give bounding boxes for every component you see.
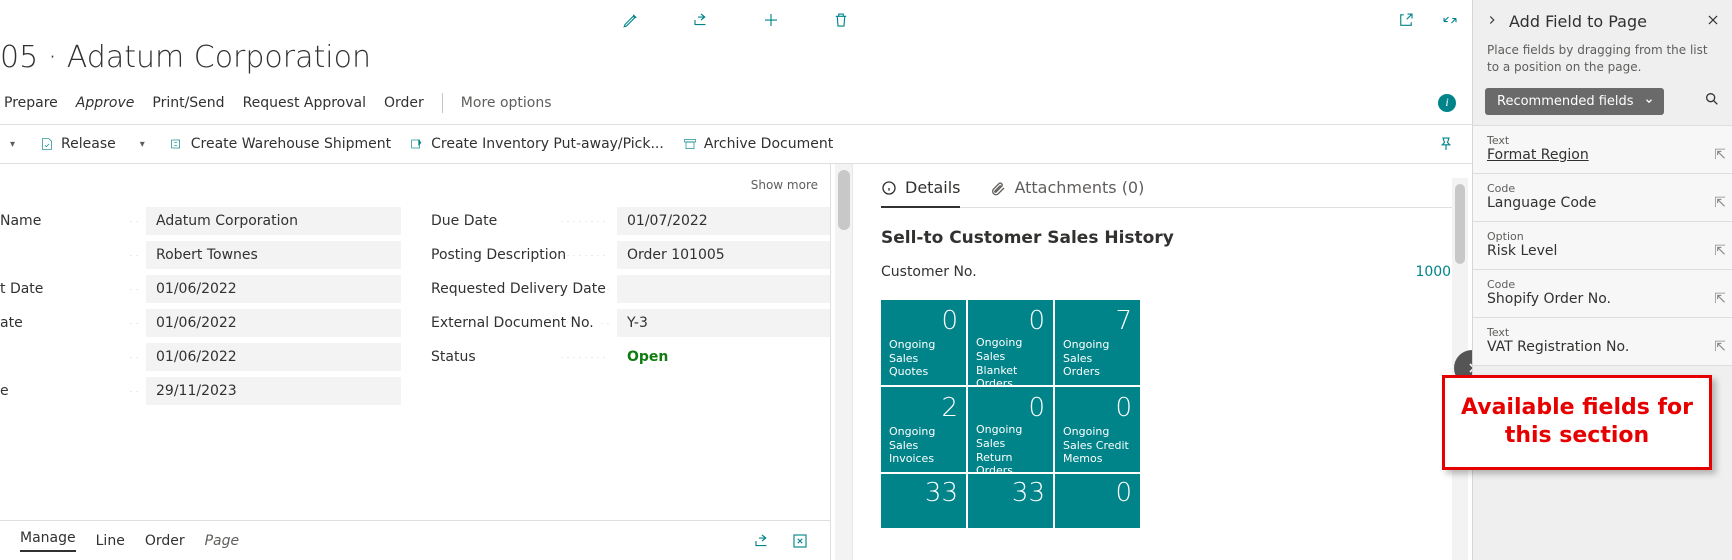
scrollbar-thumb[interactable] — [1455, 184, 1465, 264]
date-input[interactable] — [146, 377, 401, 405]
tile-row3-1[interactable]: 33 — [881, 474, 966, 528]
chevron-down-icon[interactable]: ▾ — [4, 139, 21, 150]
due-date-input[interactable] — [617, 207, 830, 235]
dots — [559, 357, 609, 358]
dots — [559, 221, 609, 222]
customer-name-input[interactable] — [146, 207, 401, 235]
scrollbar[interactable] — [835, 164, 853, 560]
field-label: External Document No. — [431, 315, 591, 331]
field-label: Name — [0, 213, 120, 229]
info-icon[interactable]: i — [1438, 94, 1456, 112]
action-order[interactable]: Order — [384, 95, 424, 111]
external-document-no-input[interactable] — [617, 309, 830, 337]
field-label: Posting Description — [431, 247, 551, 263]
tab-page[interactable]: Page — [205, 533, 240, 549]
chevron-right-icon[interactable] — [1485, 12, 1499, 31]
lines-subpage-tabs: Manage Line Order Page — [0, 520, 830, 560]
scrollbar-thumb[interactable] — [838, 170, 850, 230]
add-field-icon[interactable]: ⇱ — [1714, 339, 1726, 355]
dots — [128, 289, 138, 290]
field-item-vat-registration-no[interactable]: Text VAT Registration No. ⇱ — [1473, 318, 1732, 366]
field-item-language-code[interactable]: Code Language Code ⇱ — [1473, 174, 1732, 222]
tile-ongoing-sales-quotes[interactable]: 0 Ongoing Sales Quotes — [881, 300, 966, 385]
share-icon[interactable] — [752, 531, 772, 551]
dots — [599, 289, 609, 290]
field-item-risk-level[interactable]: Option Risk Level ⇱ — [1473, 222, 1732, 270]
tile-ongoing-sales-invoices[interactable]: 2 Ongoing Sales Invoices — [881, 387, 966, 472]
document-date-input[interactable] — [146, 275, 401, 303]
close-icon[interactable] — [1706, 12, 1720, 31]
recommended-fields-dropdown[interactable]: Recommended fields — [1485, 88, 1664, 115]
action-release[interactable]: Release — [39, 136, 116, 152]
factbox-tab-attachments[interactable]: Attachments (0) — [990, 178, 1144, 197]
field-label: Due Date — [431, 213, 551, 229]
field-item-format-region[interactable]: Text Format Region ⇱ — [1473, 126, 1732, 174]
expand-icon[interactable] — [790, 531, 810, 551]
add-field-icon[interactable]: ⇱ — [1714, 147, 1726, 163]
dots — [128, 357, 138, 358]
field-label: Status — [431, 349, 551, 365]
action-more-options[interactable]: More options — [461, 95, 552, 111]
panel-description: Place fields by dragging from the list t… — [1473, 42, 1732, 88]
collapse-icon[interactable] — [1440, 10, 1460, 30]
action-prepare[interactable]: Prepare — [4, 95, 58, 111]
status-value — [617, 343, 830, 371]
add-field-icon[interactable]: ⇱ — [1714, 243, 1726, 259]
factbox-tab-details[interactable]: Details — [881, 178, 960, 208]
tab-manage[interactable]: Manage — [20, 530, 76, 552]
action-approve[interactable]: Approve — [76, 95, 135, 111]
pin-icon[interactable] — [1436, 134, 1456, 154]
search-icon[interactable] — [1704, 91, 1720, 111]
customer-no-label: Customer No. — [881, 264, 977, 280]
add-icon[interactable] — [761, 10, 781, 30]
panel-title: Add Field to Page — [1509, 12, 1647, 31]
dots — [599, 323, 609, 324]
action-bar-secondary: ▾ Release ▾ Create Warehouse Shipment Cr… — [0, 124, 1472, 164]
add-field-icon[interactable]: ⇱ — [1714, 195, 1726, 211]
factbox-section-title: Sell-to Customer Sales History — [881, 228, 1460, 248]
action-bar-primary: Prepare Approve Print/Send Request Appro… — [0, 80, 1472, 124]
tile-ongoing-sales-orders[interactable]: 7 Ongoing Sales Orders — [1055, 300, 1140, 385]
tab-line[interactable]: Line — [96, 533, 125, 549]
posting-date-input[interactable] — [146, 309, 401, 337]
edit-icon[interactable] — [621, 10, 641, 30]
show-more-link[interactable]: Show more — [0, 174, 830, 204]
popout-icon[interactable] — [1396, 10, 1416, 30]
tab-order[interactable]: Order — [145, 533, 185, 549]
field-label: t Date — [0, 281, 120, 297]
add-field-icon[interactable]: ⇱ — [1714, 291, 1726, 307]
dots — [559, 255, 609, 256]
dots — [128, 221, 138, 222]
delete-icon[interactable] — [831, 10, 851, 30]
order-date-input[interactable] — [146, 343, 401, 371]
share-icon[interactable] — [691, 10, 711, 30]
action-request-approval[interactable]: Request Approval — [243, 95, 366, 111]
annotation-callout: Available fields for this section — [1442, 375, 1712, 470]
requested-delivery-date-input[interactable] — [617, 275, 830, 303]
tile-ongoing-sales-return-orders[interactable]: 0 Ongoing Sales Return Orders — [968, 387, 1053, 472]
tile-row3-2[interactable]: 33 — [968, 474, 1053, 528]
add-field-panel: Add Field to Page Place fields by draggi… — [1472, 0, 1732, 560]
contact-input[interactable] — [146, 241, 401, 269]
dots — [128, 255, 138, 256]
action-create-inventory-putaway[interactable]: Create Inventory Put-away/Pick... — [409, 136, 664, 152]
chevron-down-icon[interactable]: ▾ — [134, 139, 151, 150]
posting-description-input[interactable] — [617, 241, 830, 269]
field-label: e — [0, 383, 120, 399]
action-archive-document[interactable]: Archive Document — [682, 136, 833, 152]
tile-row3-3[interactable]: 0 — [1055, 474, 1140, 528]
action-print-send[interactable]: Print/Send — [152, 95, 224, 111]
field-label: Requested Delivery Date — [431, 281, 591, 297]
field-label: ate — [0, 315, 120, 331]
action-create-whse-shipment[interactable]: Create Warehouse Shipment — [169, 136, 391, 152]
dots — [128, 323, 138, 324]
tile-ongoing-sales-credit-memos[interactable]: 0 Ongoing Sales Credit Memos — [1055, 387, 1140, 472]
divider — [442, 93, 443, 113]
tile-ongoing-sales-blanket-orders[interactable]: 0 Ongoing Sales Blanket Orders — [968, 300, 1053, 385]
field-item-shopify-order-no[interactable]: Code Shopify Order No. ⇱ — [1473, 270, 1732, 318]
dots — [128, 391, 138, 392]
